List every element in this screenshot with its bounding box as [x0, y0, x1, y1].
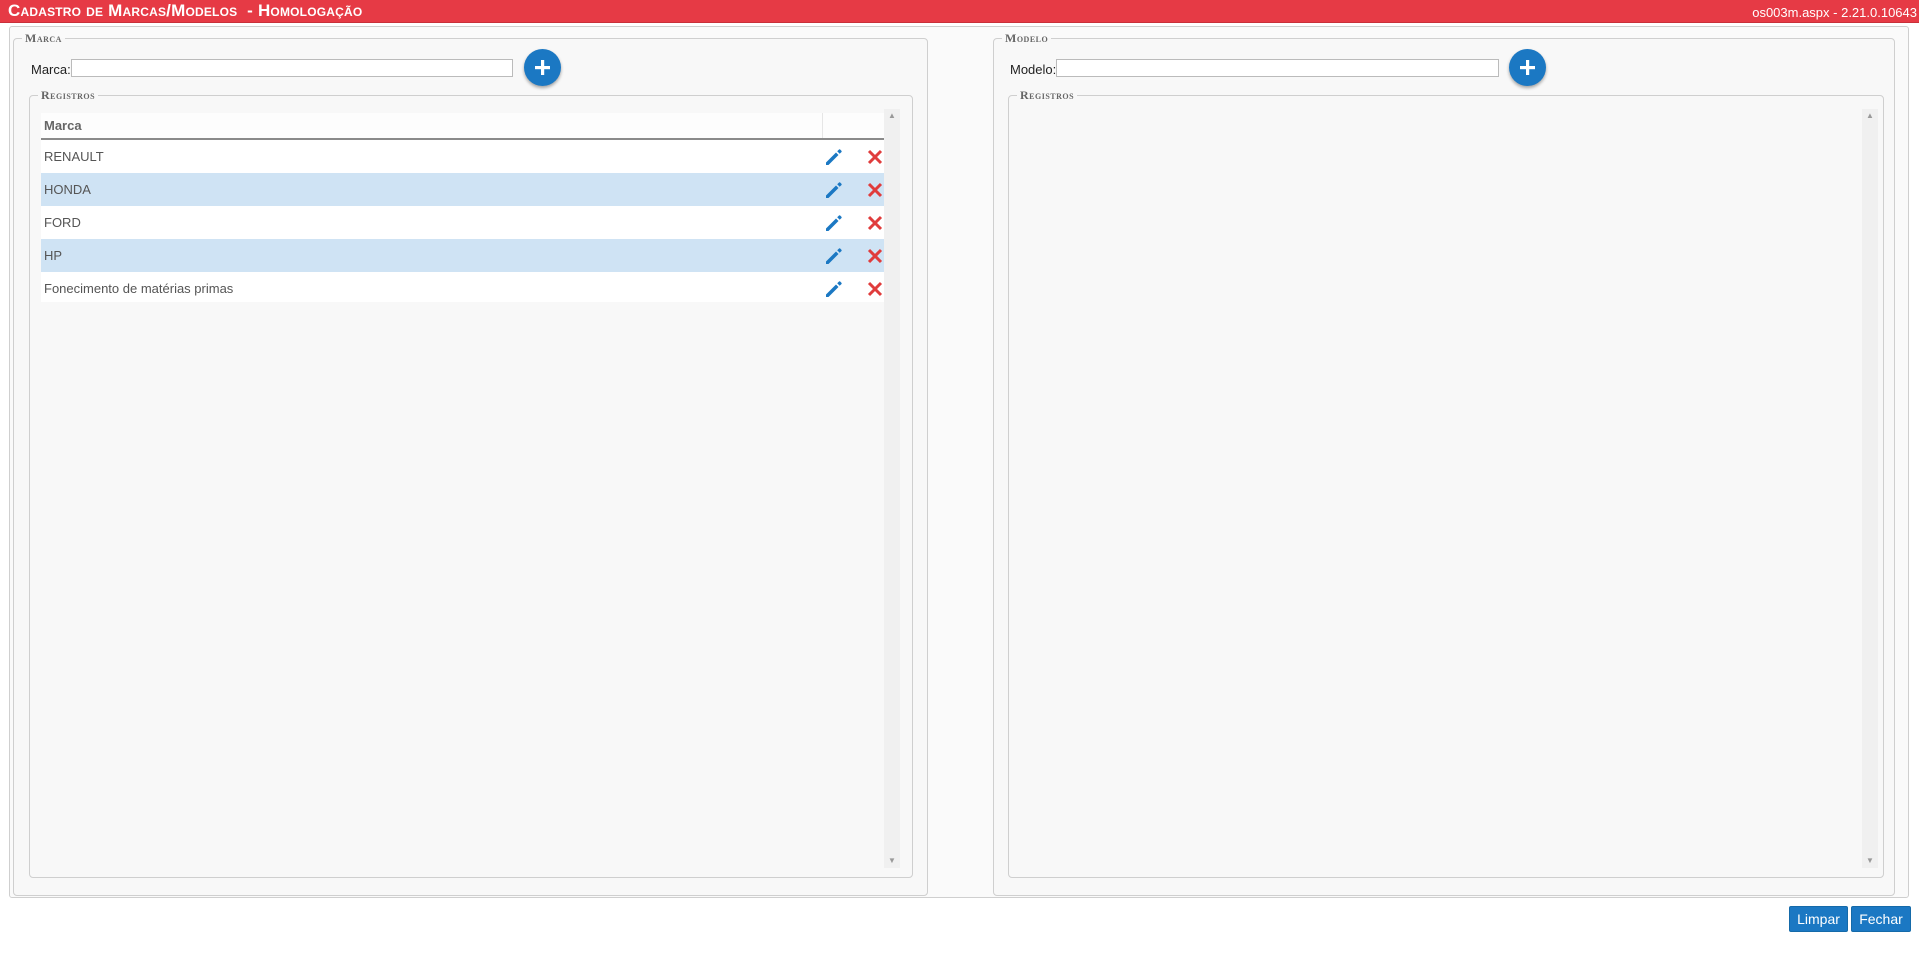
modelo-registros-legend: Registros — [1020, 88, 1075, 102]
plus-icon — [1520, 60, 1535, 75]
delete-row-button[interactable] — [864, 245, 884, 267]
edit-row-button[interactable] — [823, 212, 845, 234]
scroll-down-icon[interactable]: ▼ — [884, 854, 900, 868]
page-title: Cadastro de Marcas/Modelos - Homologação — [8, 1, 363, 20]
edit-row-button[interactable] — [823, 179, 845, 201]
close-icon — [867, 281, 883, 297]
table-row[interactable]: FORD — [41, 206, 884, 239]
pencil-icon — [826, 281, 842, 297]
modelo-input[interactable] — [1056, 59, 1499, 77]
edit-row-button[interactable] — [823, 245, 845, 267]
pencil-icon — [826, 215, 842, 231]
fechar-button[interactable]: Fechar — [1851, 906, 1911, 932]
modelo-registros-panel: Registros — [1008, 88, 1884, 878]
row-marca-name: Fonecimento de matérias primas — [44, 281, 234, 296]
scroll-down-icon[interactable]: ▼ — [1862, 854, 1878, 868]
table-row[interactable]: HONDA — [41, 173, 884, 206]
marca-panel-legend: Marca — [25, 31, 62, 45]
marca-registros-legend: Registros — [41, 88, 96, 102]
delete-row-button[interactable] — [864, 212, 884, 234]
plus-icon — [535, 60, 550, 75]
title-bar: Cadastro de Marcas/Modelos - Homologação… — [0, 0, 1919, 23]
row-marca-name: FORD — [44, 215, 81, 230]
scroll-up-icon[interactable]: ▲ — [1862, 109, 1878, 123]
pencil-icon — [826, 149, 842, 165]
delete-row-button[interactable] — [864, 146, 884, 168]
edit-row-button[interactable] — [823, 278, 845, 300]
modelo-panel-legend: Modelo — [1005, 31, 1049, 45]
add-modelo-button[interactable] — [1509, 49, 1546, 86]
marca-field-label: Marca: — [31, 62, 71, 77]
marca-grid-header: Marca — [41, 113, 884, 140]
scroll-up-icon[interactable]: ▲ — [884, 109, 900, 123]
pencil-icon — [826, 248, 842, 264]
row-marca-name: RENAULT — [44, 149, 104, 164]
modelo-grid-scrollbar[interactable]: ▲ ▼ — [1862, 109, 1878, 868]
table-row[interactable]: HP — [41, 239, 884, 272]
table-row[interactable]: Fonecimento de matérias primas — [41, 272, 884, 302]
edit-row-button[interactable] — [823, 146, 845, 168]
close-icon — [867, 215, 883, 231]
close-icon — [867, 149, 883, 165]
row-marca-name: HONDA — [44, 182, 91, 197]
add-marca-button[interactable] — [524, 49, 561, 86]
row-marca-name: HP — [44, 248, 63, 263]
marca-grid: Marca RENAULT HONDA FORD HP Fonecimento … — [41, 113, 884, 302]
delete-row-button[interactable] — [864, 179, 884, 201]
close-icon — [867, 182, 883, 198]
limpar-button[interactable]: Limpar — [1789, 906, 1848, 932]
version-label: os003m.aspx - 2.21.0.10643 — [1752, 5, 1917, 20]
column-header-marca[interactable]: Marca — [44, 118, 82, 133]
modelo-field-label: Modelo: — [1010, 62, 1057, 77]
close-icon — [867, 248, 883, 264]
table-row[interactable]: RENAULT — [41, 140, 884, 173]
delete-row-button[interactable] — [864, 278, 884, 300]
marca-input[interactable] — [71, 59, 513, 77]
marca-grid-scrollbar[interactable]: ▲ ▼ — [884, 109, 900, 868]
pencil-icon — [826, 182, 842, 198]
